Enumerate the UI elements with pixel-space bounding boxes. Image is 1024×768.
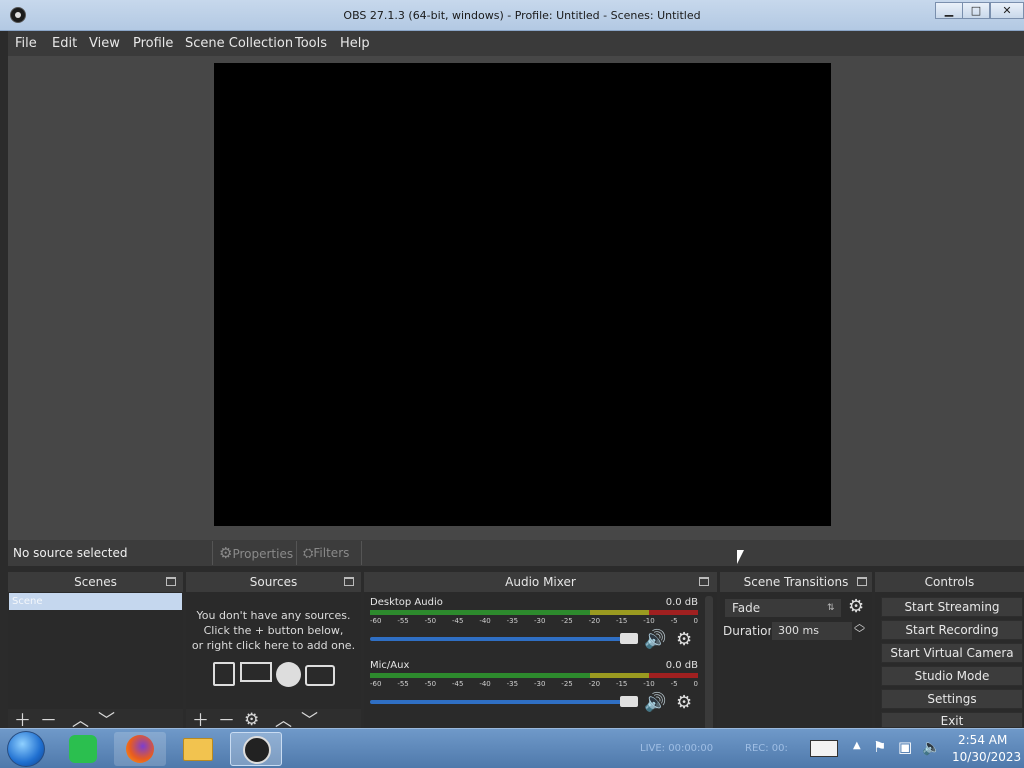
desktop-audio-slider-handle[interactable] (620, 633, 638, 644)
minimize-button[interactable]: ▁ (935, 2, 963, 19)
display-icon (240, 662, 272, 682)
filters-label: Filters (313, 546, 350, 560)
tray-expand-icon[interactable]: ▲ (853, 740, 861, 751)
clock-time[interactable]: 2:54 AM (958, 733, 1007, 747)
taskbar-app-firefox[interactable] (114, 732, 166, 766)
duration-label: Duration (723, 624, 776, 638)
mouse-cursor (737, 550, 744, 564)
mic-aux-slider-handle[interactable] (620, 696, 638, 707)
scene-list-item[interactable]: Scene (9, 593, 182, 610)
duration-input[interactable]: 300 ms (771, 621, 853, 641)
mic-aux-ticks: -60 -55 -50 -45 -40 -35 -30 -25 -20 -15 -10 -5 0 (370, 680, 698, 688)
audio-mixer-title: Audio Mixer (364, 572, 717, 592)
scenes-dock: Scenes Scene ＋ － ︿ ﹀ (8, 572, 183, 733)
globe-icon (276, 662, 301, 687)
taskbar-app-notes[interactable] (57, 732, 109, 766)
start-recording-button[interactable]: Start Recording (881, 620, 1023, 640)
mic-aux-meter (370, 673, 698, 678)
properties-label: Properties (232, 547, 294, 561)
menu-help[interactable]: Help (340, 36, 370, 51)
menu-bar: File Edit View Profile Scene Collection … (8, 31, 1024, 56)
network-icon[interactable]: ▣ (898, 738, 912, 756)
source-toolbar (8, 540, 1024, 566)
exit-button[interactable]: Exit (881, 712, 1023, 728)
scene-transitions-dock: Scene Transitions Fade ⇅ ⚙ Duration 300 … (720, 572, 872, 733)
mic-aux-label: Mic/Aux (370, 660, 410, 671)
float-dock-icon[interactable] (166, 577, 176, 586)
clock-date[interactable]: 10/30/2023 (952, 750, 1021, 764)
keyboard-icon[interactable] (810, 740, 838, 757)
no-source-label: No source selected (13, 546, 128, 560)
mic-aux-volume-slider[interactable] (370, 700, 638, 704)
gear-icon[interactable]: ⚙ (676, 629, 692, 650)
float-dock-icon[interactable] (699, 577, 709, 586)
desktop-audio-label: Desktop Audio (370, 597, 443, 608)
controls-title: Controls (875, 572, 1024, 592)
desktop-audio-volume-slider[interactable] (370, 637, 638, 641)
sources-empty-line2: Click the + button below, (203, 624, 344, 637)
maximize-button[interactable]: □ (962, 2, 990, 19)
gear-icon[interactable]: ⚙ (848, 596, 864, 617)
obs-app-icon (243, 736, 271, 764)
menu-file[interactable]: File (15, 36, 37, 51)
filters-button[interactable]: ⛭Filters (296, 541, 362, 565)
camera-icon (305, 665, 335, 686)
menu-edit[interactable]: Edit (52, 36, 77, 51)
transition-select-value: Fade (732, 601, 761, 615)
controls-dock: Controls Start Streaming Start Recording… (875, 572, 1024, 733)
start-virtual-camera-button[interactable]: Start Virtual Camera (881, 643, 1023, 663)
preview-canvas[interactable] (214, 63, 831, 526)
scenes-dock-title: Scenes (8, 572, 183, 592)
title-bar: OBS 27.1.3 (64-bit, windows) - Profile: … (0, 0, 1024, 31)
float-dock-icon[interactable] (344, 577, 354, 586)
flag-icon[interactable]: ⚑ (873, 738, 886, 756)
rec-timer: REC: 00: (745, 743, 788, 754)
sources-empty-line1: You don't have any sources. (196, 609, 351, 622)
duration-stepper-icon[interactable]: ︿ ﹀ (854, 618, 865, 639)
settings-button[interactable]: Settings (881, 689, 1023, 709)
close-button[interactable]: ✕ (990, 2, 1024, 19)
desktop-audio-db: 0.0 dB (665, 597, 698, 608)
speaker-icon[interactable]: 🔊 (644, 629, 666, 650)
transition-select[interactable]: Fade ⇅ (724, 598, 842, 618)
taskbar: LIVE: 00:00:00 REC: 00: ▲ ⚑ ▣ 🔈 2:54 AM … (0, 728, 1024, 768)
sources-empty-line3: or right click here to add one. (191, 639, 356, 652)
menu-scene-collection[interactable]: Scene Collection (185, 36, 293, 51)
mic-aux-db: 0.0 dB (665, 660, 698, 671)
properties-button[interactable]: ⚙Properties (212, 541, 294, 565)
notes-app-icon (69, 735, 97, 763)
source-type-icons (213, 662, 335, 688)
taskbar-app-explorer[interactable] (172, 732, 224, 766)
gear-icon[interactable]: ⚙ (676, 692, 692, 713)
sources-empty-message[interactable]: You don't have any sources. Click the + … (186, 608, 361, 653)
audio-mixer-dock: Audio Mixer Desktop Audio 0.0 dB -60 -55-… (364, 572, 717, 733)
studio-mode-button[interactable]: Studio Mode (881, 666, 1023, 686)
desktop-audio-meter (370, 610, 698, 615)
live-timer: LIVE: 00:00:00 (640, 743, 714, 754)
window-title: OBS 27.1.3 (64-bit, windows) - Profile: … (343, 9, 701, 22)
menu-tools[interactable]: Tools (295, 36, 327, 51)
mixer-scrollbar[interactable] (705, 596, 713, 730)
filter-icon: ⛭ (303, 546, 314, 561)
select-arrows-icon: ⇅ (827, 603, 835, 613)
sources-dock-title: Sources (186, 572, 361, 592)
start-button[interactable] (7, 731, 45, 767)
float-dock-icon[interactable] (857, 577, 867, 586)
sources-dock: Sources You don't have any sources. Clic… (186, 572, 361, 733)
gear-icon: ⚙ (219, 544, 233, 562)
scene-transitions-title: Scene Transitions (720, 572, 872, 592)
desktop-audio-ticks: -60 -55 -50 -45 -40 -35 -30 -25 -20 -15 -10 -5 0 (370, 617, 698, 625)
volume-icon[interactable]: 🔈 (922, 738, 941, 756)
gear-icon[interactable]: ⚙ (244, 711, 259, 729)
folder-icon (183, 738, 213, 761)
speaker-icon[interactable]: 🔊 (644, 692, 666, 713)
start-streaming-button[interactable]: Start Streaming (881, 597, 1023, 617)
image-icon (213, 662, 235, 686)
taskbar-app-obs[interactable] (230, 732, 282, 766)
menu-view[interactable]: View (89, 36, 120, 51)
firefox-icon (126, 735, 154, 763)
menu-profile[interactable]: Profile (133, 36, 173, 51)
